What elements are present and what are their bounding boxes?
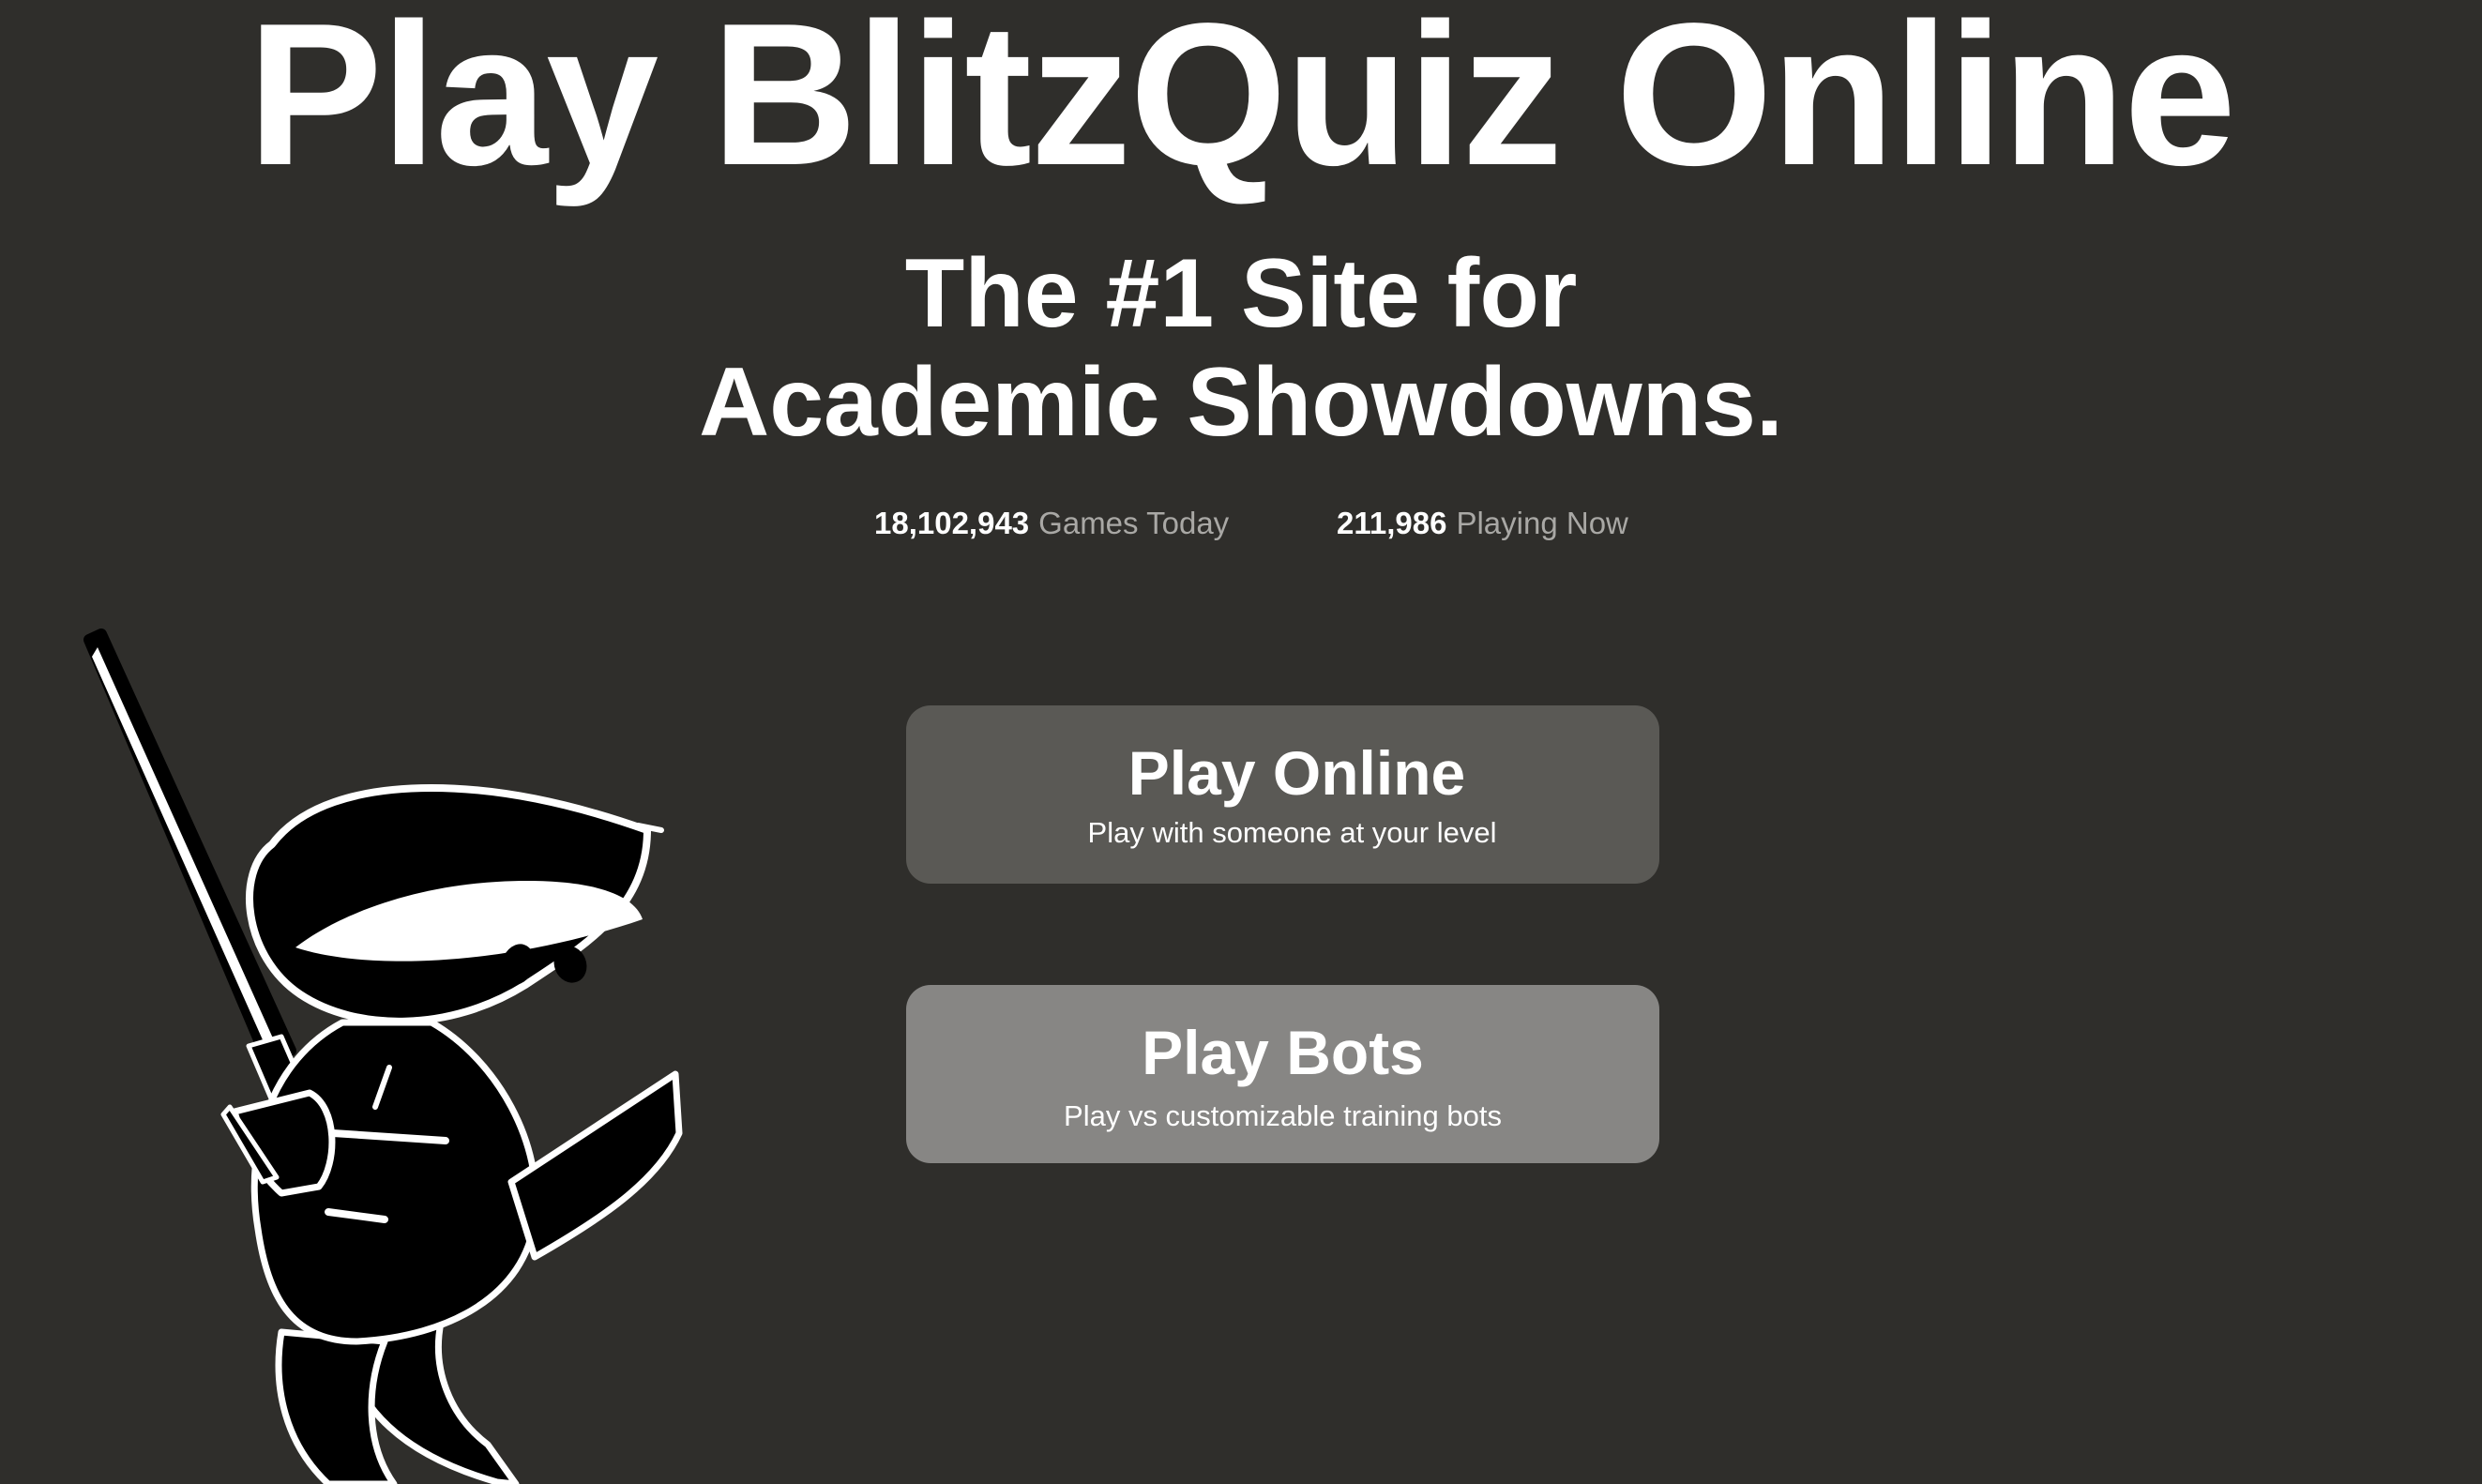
play-online-title: Play Online <box>1127 738 1466 808</box>
games-today-label: Games Today <box>1038 506 1230 540</box>
page-title: Play BlitzQuiz Online <box>247 0 2236 207</box>
games-today-value: 18,102,943 <box>874 506 1030 540</box>
play-online-subtitle: Play with someone at your level <box>1087 816 1497 849</box>
stats-bar: 18,102,943 Games Today 211,986 Playing Now <box>0 500 2482 547</box>
play-online-button[interactable]: Play Online Play with someone at your le… <box>906 705 1659 884</box>
play-bots-subtitle: Play vs customizable training bots <box>1064 1099 1502 1132</box>
playing-now-value: 211,986 <box>1337 506 1447 540</box>
subtitle-line-1: The #1 Site for <box>904 239 1578 348</box>
subtitle-line-2: Academic Showdowns. <box>699 348 1783 457</box>
playing-now-stat: 211,986 Playing Now <box>1337 500 1628 547</box>
page-subtitle: The #1 Site for Academic Showdowns. <box>0 239 2482 457</box>
ninja-head-icon <box>246 784 664 1025</box>
home-page: Play BlitzQuiz Online The #1 Site for Ac… <box>0 0 2482 1484</box>
ninja-mascot-icon <box>83 628 683 1484</box>
games-today-stat: 18,102,943 Games Today <box>874 500 1229 547</box>
play-bots-title: Play Bots <box>1142 1018 1424 1087</box>
playing-now-label: Playing Now <box>1456 506 1628 540</box>
play-bots-button[interactable]: Play Bots Play vs customizable training … <box>906 985 1659 1163</box>
